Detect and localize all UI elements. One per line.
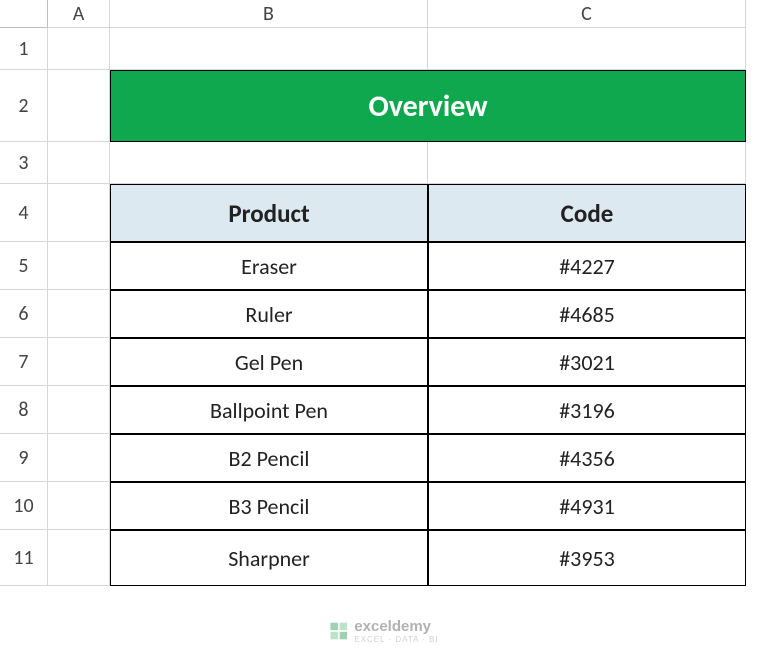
cell-a5[interactable]: [48, 242, 110, 290]
cell-a2[interactable]: [48, 70, 110, 142]
table-row[interactable]: #3196: [428, 386, 746, 434]
row-header-7[interactable]: 7: [0, 338, 48, 386]
row-header-11[interactable]: 11: [0, 530, 48, 586]
table-row[interactable]: B3 Pencil: [110, 482, 428, 530]
row-header-2[interactable]: 2: [0, 70, 48, 142]
table-row[interactable]: #3021: [428, 338, 746, 386]
table-row[interactable]: Sharpner: [110, 530, 428, 586]
table-row[interactable]: Ballpoint Pen: [110, 386, 428, 434]
row-header-6[interactable]: 6: [0, 290, 48, 338]
table-row[interactable]: B2 Pencil: [110, 434, 428, 482]
cell-a3[interactable]: [48, 142, 110, 184]
table-row[interactable]: #4227: [428, 242, 746, 290]
row-header-4[interactable]: 4: [0, 184, 48, 242]
spreadsheet-grid: A B C 1 2 Overview 3 4 Product Code 5 Er…: [0, 0, 767, 586]
logo-icon: [328, 621, 348, 641]
watermark-text: exceldemy EXCEL · DATA · BI: [354, 618, 438, 644]
table-row[interactable]: Gel Pen: [110, 338, 428, 386]
select-all-corner[interactable]: [0, 0, 48, 28]
cell-a8[interactable]: [48, 386, 110, 434]
table-row[interactable]: #3953: [428, 530, 746, 586]
row-header-1[interactable]: 1: [0, 28, 48, 70]
cell-a10[interactable]: [48, 482, 110, 530]
row-header-5[interactable]: 5: [0, 242, 48, 290]
cell-a11[interactable]: [48, 530, 110, 586]
row-header-10[interactable]: 10: [0, 482, 48, 530]
table-header-code[interactable]: Code: [428, 184, 746, 242]
row-header-3[interactable]: 3: [0, 142, 48, 184]
cell-a9[interactable]: [48, 434, 110, 482]
cell-b3[interactable]: [110, 142, 428, 184]
table-row[interactable]: #4931: [428, 482, 746, 530]
cell-b1[interactable]: [110, 28, 428, 70]
row-header-9[interactable]: 9: [0, 434, 48, 482]
cell-c3[interactable]: [428, 142, 746, 184]
table-header-product[interactable]: Product: [110, 184, 428, 242]
table-row[interactable]: Eraser: [110, 242, 428, 290]
col-header-b[interactable]: B: [110, 0, 428, 28]
watermark: exceldemy EXCEL · DATA · BI: [328, 618, 438, 644]
cell-a1[interactable]: [48, 28, 110, 70]
cell-a6[interactable]: [48, 290, 110, 338]
table-row[interactable]: #4685: [428, 290, 746, 338]
col-header-a[interactable]: A: [48, 0, 110, 28]
row-header-8[interactable]: 8: [0, 386, 48, 434]
cell-c1[interactable]: [428, 28, 746, 70]
cell-a7[interactable]: [48, 338, 110, 386]
table-row[interactable]: Ruler: [110, 290, 428, 338]
overview-banner[interactable]: Overview: [110, 70, 746, 142]
cell-a4[interactable]: [48, 184, 110, 242]
col-header-c[interactable]: C: [428, 0, 746, 28]
table-row[interactable]: #4356: [428, 434, 746, 482]
